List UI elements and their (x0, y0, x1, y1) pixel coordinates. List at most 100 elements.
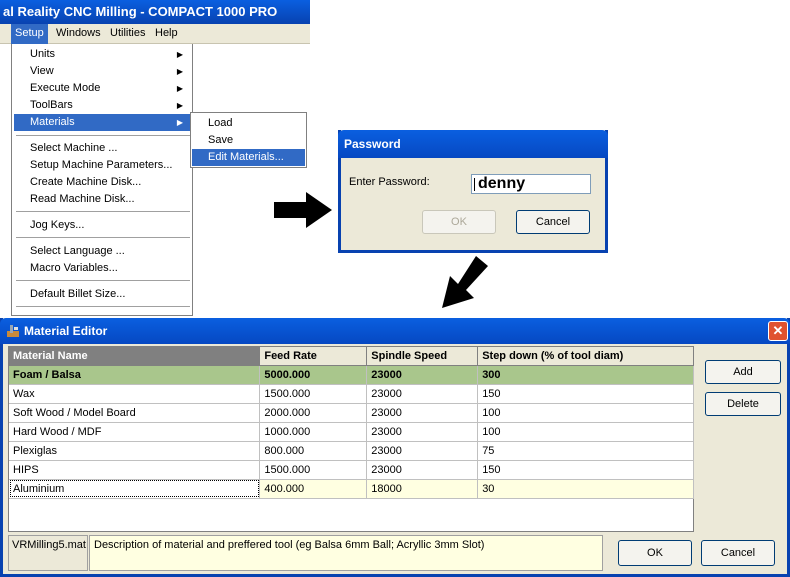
menu-item-execute-mode[interactable]: Execute Mode ▶ (14, 80, 190, 97)
cell-spindle-speed[interactable]: 23000 (366, 460, 479, 480)
cell-step-down[interactable]: 30 (477, 479, 694, 499)
menu-item-default-billet-size[interactable]: Default Billet Size... (14, 286, 190, 303)
app-title-bar: al Reality CNC Milling - COMPACT 1000 PR… (0, 0, 310, 24)
menu-separator (16, 306, 190, 307)
cell-feed-rate[interactable]: 5000.000 (259, 365, 368, 385)
cell-step-down[interactable]: 100 (477, 403, 694, 423)
table-row[interactable]: Foam / Balsa 5000.000 23000 300 (9, 365, 694, 385)
editor-cancel-button[interactable]: Cancel (701, 540, 775, 566)
menu-separator (16, 135, 190, 136)
cell-feed-rate[interactable]: 400.000 (259, 479, 368, 499)
cell-material-name[interactable]: HIPS (9, 460, 261, 480)
menu-item-read-machine-disk[interactable]: Read Machine Disk... (14, 191, 190, 208)
cell-step-down[interactable]: 150 (477, 460, 694, 480)
cell-step-down[interactable]: 75 (477, 441, 694, 461)
submenu-arrow-icon: ▶ (176, 101, 183, 110)
cell-spindle-speed[interactable]: 23000 (366, 365, 479, 385)
column-header[interactable]: Material Name (9, 347, 261, 366)
cell-spindle-speed[interactable]: 23000 (366, 422, 479, 442)
cell-spindle-speed[interactable]: 23000 (366, 384, 479, 404)
cell-feed-rate[interactable]: 1500.000 (259, 384, 368, 404)
submenu-arrow-icon: ▶ (176, 50, 183, 59)
cell-feed-rate[interactable]: 800.000 (259, 441, 368, 461)
submenu-item-edit-materials[interactable]: Edit Materials... (192, 149, 305, 166)
menu-item-select-language[interactable]: Select Language ... (14, 243, 190, 260)
right-arrow-icon (274, 192, 332, 228)
menu-help[interactable]: Help (151, 24, 182, 44)
menu-item-label: ToolBars (30, 99, 73, 111)
material-editor-window: Material Editor ✕ Material Name Feed Rat… (0, 318, 790, 577)
menu-item-setup-machine-parameters[interactable]: Setup Machine Parameters... (14, 157, 190, 174)
cell-step-down[interactable]: 150 (477, 384, 694, 404)
menu-item-materials[interactable]: Materials ▶ (14, 114, 190, 131)
menu-item-label: Units (30, 48, 56, 60)
menu-item-label: View (30, 65, 54, 77)
delete-material-button[interactable]: Delete (705, 392, 781, 416)
cell-material-name[interactable]: Foam / Balsa (9, 365, 261, 385)
material-editor-app-icon (7, 325, 19, 337)
submenu-arrow-icon: ▶ (176, 84, 183, 93)
column-header[interactable]: Step down (% of tool diam) (477, 347, 694, 366)
table-row[interactable]: Plexiglas 800.000 23000 75 (9, 441, 694, 461)
menu-item-create-machine-disk[interactable]: Create Machine Disk... (14, 174, 190, 191)
password-label: Enter Password: (349, 176, 430, 188)
password-ok-button[interactable]: OK (422, 210, 496, 234)
menu-item-label: Execute Mode (30, 82, 101, 94)
password-dialog: Password Enter Password: denny OK Cancel (338, 130, 608, 253)
materials-submenu: Load Save Edit Materials... (190, 112, 307, 168)
setup-dropdown-menu: Units ▶ View ▶ Execute Mode ▶ ToolBars ▶ Mat… (11, 44, 193, 316)
menu-separator (16, 280, 190, 281)
submenu-item-save[interactable]: Save (192, 132, 305, 149)
menu-separator (16, 237, 190, 238)
cell-spindle-speed[interactable]: 18000 (366, 479, 479, 499)
column-header[interactable]: Feed Rate (259, 347, 368, 366)
password-dialog-title: Password (338, 130, 608, 158)
menu-item-jog-keys[interactable]: Jog Keys... (14, 217, 190, 234)
cell-spindle-speed[interactable]: 23000 (366, 441, 479, 461)
menu-utilities[interactable]: Utilities (106, 24, 149, 44)
menu-windows[interactable]: Windows (52, 24, 105, 44)
menu-item-label: Materials (30, 116, 75, 128)
cell-step-down[interactable]: 300 (477, 365, 694, 385)
menu-item-units[interactable]: Units ▶ (14, 46, 190, 63)
column-header[interactable]: Spindle Speed (366, 347, 479, 366)
submenu-item-load[interactable]: Load (192, 115, 305, 132)
password-cancel-button[interactable]: Cancel (516, 210, 590, 234)
materials-grid[interactable]: Material Name Feed Rate Spindle Speed St… (8, 346, 694, 532)
cell-material-name[interactable]: Soft Wood / Model Board (9, 403, 261, 423)
editor-ok-button[interactable]: OK (618, 540, 692, 566)
submenu-arrow-icon: ▶ (176, 118, 183, 127)
cell-feed-rate[interactable]: 1500.000 (259, 460, 368, 480)
cell-material-name[interactable]: Plexiglas (9, 441, 261, 461)
table-row[interactable]: HIPS 1500.000 23000 150 (9, 460, 694, 480)
close-icon[interactable]: ✕ (768, 321, 788, 341)
material-description-field[interactable]: Description of material and preffered to… (89, 535, 603, 571)
material-file-name: VRMilling5.mat (8, 535, 88, 571)
cell-step-down[interactable]: 100 (477, 422, 694, 442)
menu-bar: Setup Windows Utilities Help (0, 24, 310, 44)
password-input[interactable]: denny (471, 174, 591, 194)
cell-feed-rate[interactable]: 1000.000 (259, 422, 368, 442)
menu-item-select-machine[interactable]: Select Machine ... (14, 140, 190, 157)
add-material-button[interactable]: Add (705, 360, 781, 384)
table-row[interactable]: Wax 1500.000 23000 150 (9, 384, 694, 404)
menu-setup[interactable]: Setup (11, 24, 48, 44)
menu-item-macro-variables[interactable]: Macro Variables... (14, 260, 190, 277)
material-editor-title: Material Editor (24, 324, 108, 338)
menu-item-toolbars[interactable]: ToolBars ▶ (14, 97, 190, 114)
table-row[interactable]: Hard Wood / MDF 1000.000 23000 100 (9, 422, 694, 442)
cell-spindle-speed[interactable]: 23000 (366, 403, 479, 423)
table-row[interactable]: Soft Wood / Model Board 2000.000 23000 1… (9, 403, 694, 423)
material-editor-title-bar: Material Editor ✕ (0, 318, 790, 344)
editor-side-panel: Add Delete (697, 346, 787, 532)
text-caret (474, 178, 475, 191)
cell-material-name[interactable]: Wax (9, 384, 261, 404)
menu-separator (16, 211, 190, 212)
menu-item-view[interactable]: View ▶ (14, 63, 190, 80)
cell-feed-rate[interactable]: 2000.000 (259, 403, 368, 423)
cell-material-name[interactable]: Hard Wood / MDF (9, 422, 261, 442)
cell-material-name[interactable]: Aluminium (9, 479, 261, 499)
grid-header-row: Material Name Feed Rate Spindle Speed St… (9, 347, 694, 366)
table-row-selected[interactable]: Aluminium 400.000 18000 30 (9, 479, 694, 499)
password-value: denny (478, 175, 526, 192)
